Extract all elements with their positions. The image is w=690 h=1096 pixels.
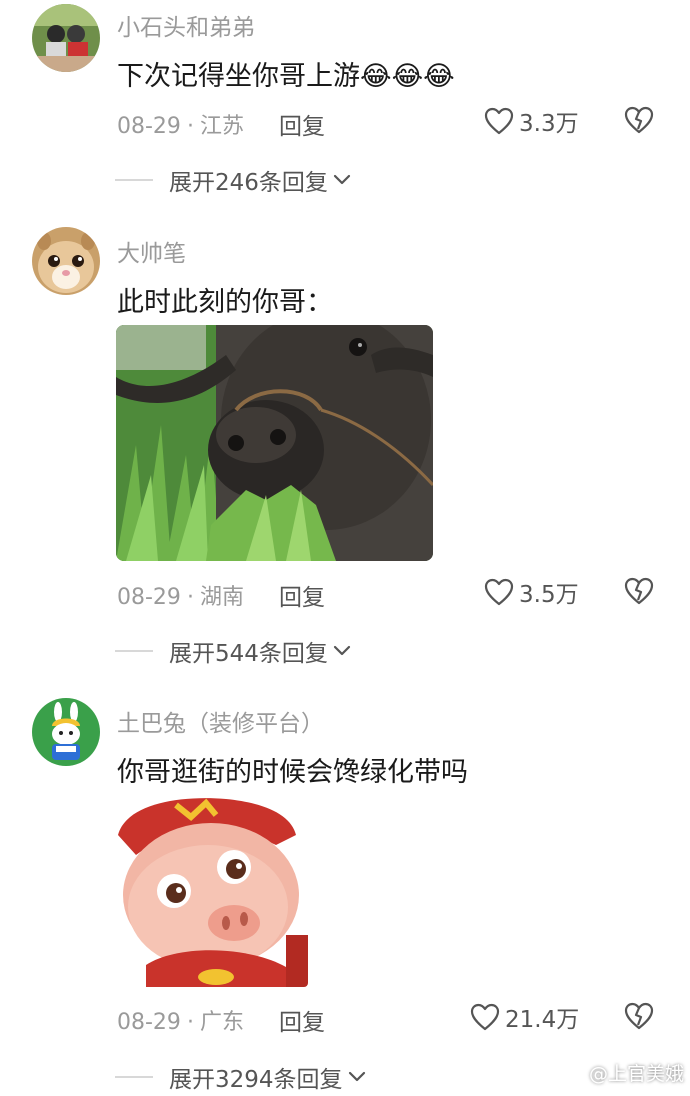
expand-replies-label: 展开246条回复 xyxy=(169,170,328,196)
laugh-cry-emoji-icon: 😂 xyxy=(360,61,392,92)
divider xyxy=(115,1076,153,1078)
weibo-logo-icon xyxy=(563,1064,585,1082)
expand-replies-button[interactable]: 展开544条回复 xyxy=(115,634,351,668)
comment-item: 小石头和弟弟 下次记得坐你哥上游😂😂😂 08-29 · 江苏 回复 3.3万 展开2… xyxy=(0,0,690,200)
reply-button[interactable]: 回复 xyxy=(279,107,325,141)
comment-text: 你哥逛街的时候会馋绿化带吗 xyxy=(117,757,468,788)
expand-replies-button[interactable]: 展开246条回复 xyxy=(115,163,351,197)
comment-meta: 08-29 · 江苏 xyxy=(117,114,244,139)
heart-icon xyxy=(484,107,514,135)
comment-text-body: 下次记得坐你哥上游 xyxy=(117,61,360,92)
watermark-text: @上官美娥 xyxy=(588,1063,684,1085)
comment-location: 湖南 xyxy=(199,585,244,610)
like-button[interactable]: 21.4万 xyxy=(470,1000,579,1034)
broken-heart-icon[interactable] xyxy=(624,577,654,605)
divider xyxy=(115,179,153,181)
username[interactable]: 大帅笔 xyxy=(117,234,186,268)
like-count: 21.4万 xyxy=(505,1007,580,1033)
broken-heart-icon[interactable] xyxy=(624,1002,654,1030)
chevron-down-icon xyxy=(333,174,351,185)
avatar[interactable] xyxy=(32,698,100,766)
reply-button[interactable]: 回复 xyxy=(279,578,325,612)
chevron-down-icon xyxy=(333,645,351,656)
comment-item: 大帅笔 此时此刻的你哥： 08-29 · 湖南 回复 3.5万 展开544条回复 xyxy=(0,222,690,672)
heart-icon xyxy=(470,1003,500,1031)
like-button[interactable]: 3.5万 xyxy=(484,575,579,609)
comment-text: 此时此刻的你哥： xyxy=(117,287,333,318)
reply-button[interactable]: 回复 xyxy=(279,1003,325,1037)
expand-replies-label: 展开544条回复 xyxy=(169,641,328,667)
weibo-watermark: @上官美娥 xyxy=(563,1059,684,1086)
comment-image-buffalo[interactable] xyxy=(116,325,433,561)
like-count: 3.3万 xyxy=(519,111,579,137)
comment-date: 08-29 xyxy=(117,585,181,610)
comment-item: 土巴兔（装修平台） 你哥逛街的时候会馋绿化带吗 08-29 · 广东 回复 21… xyxy=(0,694,690,1096)
laugh-cry-emoji-icon: 😂 xyxy=(423,61,455,92)
divider xyxy=(115,650,153,652)
broken-heart-icon[interactable] xyxy=(624,106,654,134)
like-count: 3.5万 xyxy=(519,582,579,608)
comment-date: 08-29 xyxy=(117,114,181,139)
username[interactable]: 土巴兔（装修平台） xyxy=(117,704,324,738)
comment-location: 江苏 xyxy=(199,114,244,139)
comment-meta: 08-29 · 广东 xyxy=(117,1010,244,1035)
laugh-cry-emoji-icon: 😂 xyxy=(391,61,424,92)
comment-text: 下次记得坐你哥上游😂😂😂 xyxy=(117,54,455,93)
comment-meta: 08-29 · 湖南 xyxy=(117,585,244,610)
like-button[interactable]: 3.3万 xyxy=(484,104,579,138)
expand-replies-label: 展开3294条回复 xyxy=(169,1067,343,1093)
username[interactable]: 小石头和弟弟 xyxy=(117,8,255,42)
comment-location: 广东 xyxy=(199,1010,244,1035)
heart-icon xyxy=(484,578,514,606)
avatar[interactable] xyxy=(32,4,100,72)
chevron-down-icon xyxy=(348,1071,365,1082)
avatar[interactable] xyxy=(32,227,100,295)
comment-date: 08-29 xyxy=(117,1010,181,1035)
comment-image-pig-sticker[interactable] xyxy=(116,795,308,987)
expand-replies-button[interactable]: 展开3294条回复 xyxy=(115,1060,366,1094)
